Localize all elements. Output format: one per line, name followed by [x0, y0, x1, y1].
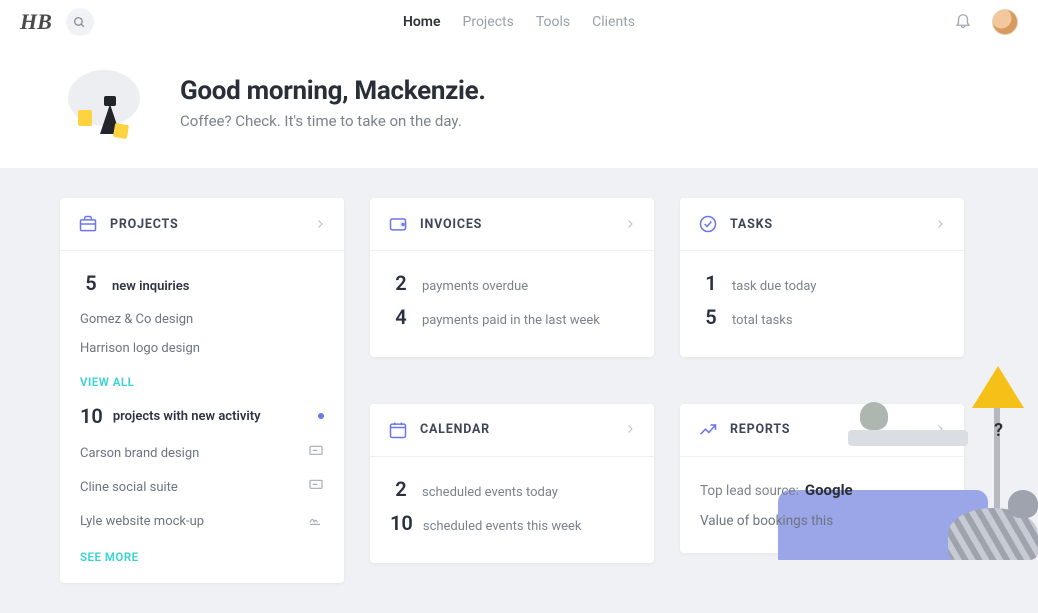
new-inquiries-count: 5	[80, 271, 102, 295]
view-all-link[interactable]: VIEW ALL	[80, 375, 134, 389]
invoices-title: INVOICES	[420, 217, 482, 232]
bell-icon	[954, 11, 972, 29]
projects-title: PROJECTS	[110, 217, 178, 232]
events-today-count: 2	[390, 477, 412, 501]
projects-card-header[interactable]: PROJECTS	[60, 198, 344, 251]
greeting-title: Good morning, Mackenzie.	[180, 76, 486, 106]
activity-count: 10	[80, 404, 103, 428]
events-today-label: scheduled events today	[422, 485, 558, 500]
calendar-title: CALENDAR	[420, 422, 490, 437]
dashboard-grid: PROJECTS 5 new inquiries Gomez & Co desi…	[0, 168, 1038, 613]
chevron-right-icon	[934, 420, 946, 439]
projects-card: PROJECTS 5 new inquiries Gomez & Co desi…	[60, 198, 344, 583]
top-bar: HB Home Projects Tools Clients	[0, 0, 1038, 44]
avatar[interactable]	[992, 9, 1018, 35]
bookings-value-label: Value of bookings this	[700, 513, 944, 529]
wallet-icon	[388, 214, 408, 234]
chevron-right-icon	[314, 215, 326, 234]
main-nav: Home Projects Tools Clients	[403, 14, 635, 30]
calendar-card-header[interactable]: CALENDAR	[370, 404, 654, 457]
list-item[interactable]: Carson brand design	[80, 436, 324, 470]
hero: Good morning, Mackenzie. Coffee? Check. …	[0, 44, 1038, 168]
tasks-due-label: task due today	[732, 279, 816, 294]
chevron-right-icon	[624, 420, 636, 439]
list-item[interactable]: Lyle website mock-up	[80, 504, 324, 538]
activity-label: projects with new activity	[113, 409, 261, 424]
paid-count: 4	[390, 305, 412, 329]
new-inquiries-label: new inquiries	[112, 279, 189, 294]
tasks-total-count: 5	[700, 305, 722, 329]
overdue-count: 2	[390, 271, 412, 295]
paid-label: payments paid in the last week	[422, 313, 600, 328]
overdue-label: payments overdue	[422, 279, 528, 294]
tasks-card: TASKS 1 task due today 5 total tasks	[680, 198, 964, 357]
search-button[interactable]	[66, 8, 94, 36]
reports-card-header[interactable]: REPORTS	[680, 404, 964, 457]
tasks-title: TASKS	[730, 217, 773, 232]
list-item[interactable]: Cline social suite	[80, 470, 324, 504]
tasks-card-header[interactable]: TASKS	[680, 198, 964, 251]
reports-card: REPORTS Top lead source: Google Value of…	[680, 404, 964, 553]
tasks-icon	[698, 214, 718, 234]
events-week-label: scheduled events this week	[423, 519, 582, 534]
notifications-button[interactable]	[954, 11, 972, 33]
activity-list: Carson brand design Cline social suite L…	[80, 436, 324, 538]
invoices-card: INVOICES 2 payments overdue 4 payments p…	[370, 198, 654, 357]
greeting-subtitle: Coffee? Check. It's time to take on the …	[180, 112, 486, 130]
calendar-icon	[388, 420, 408, 440]
events-week-count: 10	[390, 511, 413, 535]
list-item[interactable]: Gomez & Co design	[80, 305, 324, 334]
top-lead-source-value: Google	[805, 481, 853, 499]
list-item[interactable]: Harrison logo design	[80, 334, 324, 363]
signature-icon	[308, 511, 324, 531]
tasks-total-label: total tasks	[732, 313, 793, 328]
see-more-link[interactable]: SEE MORE	[80, 550, 139, 564]
message-icon	[308, 443, 324, 463]
invoices-card-header[interactable]: INVOICES	[370, 198, 654, 251]
chevron-right-icon	[934, 215, 946, 234]
nav-clients[interactable]: Clients	[592, 14, 635, 30]
search-icon	[73, 16, 86, 29]
activity-indicator-dot	[318, 413, 324, 419]
tasks-due-count: 1	[700, 271, 722, 295]
top-lead-source-label: Top lead source:	[700, 483, 799, 499]
message-icon	[308, 477, 324, 497]
calendar-card: CALENDAR 2 scheduled events today 10 sch…	[370, 404, 654, 563]
reports-title: REPORTS	[730, 422, 790, 437]
coffee-illustration	[60, 68, 150, 138]
chart-up-icon	[698, 420, 718, 440]
briefcase-icon	[78, 214, 98, 234]
chevron-right-icon	[624, 215, 636, 234]
logo[interactable]: HB	[20, 9, 52, 35]
nav-home[interactable]: Home	[403, 14, 441, 30]
nav-tools[interactable]: Tools	[536, 14, 570, 30]
inquiries-list: Gomez & Co design Harrison logo design	[80, 305, 324, 363]
nav-projects[interactable]: Projects	[463, 14, 514, 30]
